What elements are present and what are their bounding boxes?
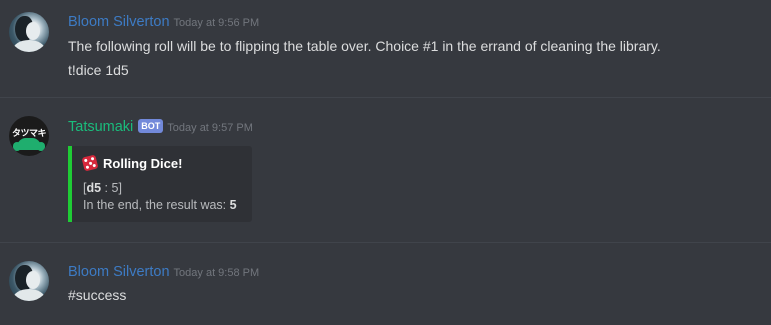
avatar-shoulder <box>13 40 45 52</box>
chat-messages: Bloom Silverton Today at 9:56 PM The foll… <box>0 0 771 325</box>
avatar[interactable]: タツマキ <box>9 116 49 156</box>
roll-bracket-close: ] <box>118 181 122 195</box>
message-header: Bloom Silverton Today at 9:58 PM <box>68 263 259 281</box>
timestamp: Today at 9:56 PM <box>173 17 260 29</box>
roll-result: In the end, the result was: 5 <box>83 198 237 212</box>
embed-title: Rolling Dice! <box>81 154 183 172</box>
username[interactable]: Tatsumaki <box>68 119 133 135</box>
avatar-hair <box>37 142 45 151</box>
embed-title-text: Rolling Dice! <box>103 156 183 171</box>
bot-tag: BOT <box>138 119 164 133</box>
message-text: The following roll will be to flipping t… <box>68 38 661 54</box>
roll-die: d5 <box>86 181 102 195</box>
avatar-shoulder <box>13 289 45 301</box>
message-group-bloom-1: Bloom Silverton Today at 9:56 PM The foll… <box>0 0 771 97</box>
avatar-face <box>26 271 40 289</box>
avatar[interactable] <box>9 261 49 301</box>
result-value: 5 <box>229 198 237 212</box>
message-text: t!dice 1d5 <box>68 62 129 78</box>
timestamp: Today at 9:58 PM <box>173 267 260 279</box>
game-die-icon <box>81 154 99 172</box>
timestamp: Today at 9:57 PM <box>167 122 253 134</box>
message-header: Tatsumaki BOT Today at 9:57 PM <box>68 118 253 136</box>
avatar-face <box>26 22 40 40</box>
avatar[interactable] <box>9 12 49 52</box>
result-prefix: In the end, the result was: <box>83 198 230 212</box>
roll-detail: [d5 : 5] <box>83 181 122 195</box>
message-header: Bloom Silverton Today at 9:56 PM <box>68 13 259 31</box>
roll-separator: : <box>101 181 112 195</box>
username[interactable]: Bloom Silverton <box>68 264 170 280</box>
username[interactable]: Bloom Silverton <box>68 14 170 30</box>
message-group-bloom-2: Bloom Silverton Today at 9:58 PM #success <box>0 243 771 325</box>
message-text: #success <box>68 287 127 303</box>
dice-embed: Rolling Dice! [d5 : 5] In the end, the r… <box>68 146 252 222</box>
